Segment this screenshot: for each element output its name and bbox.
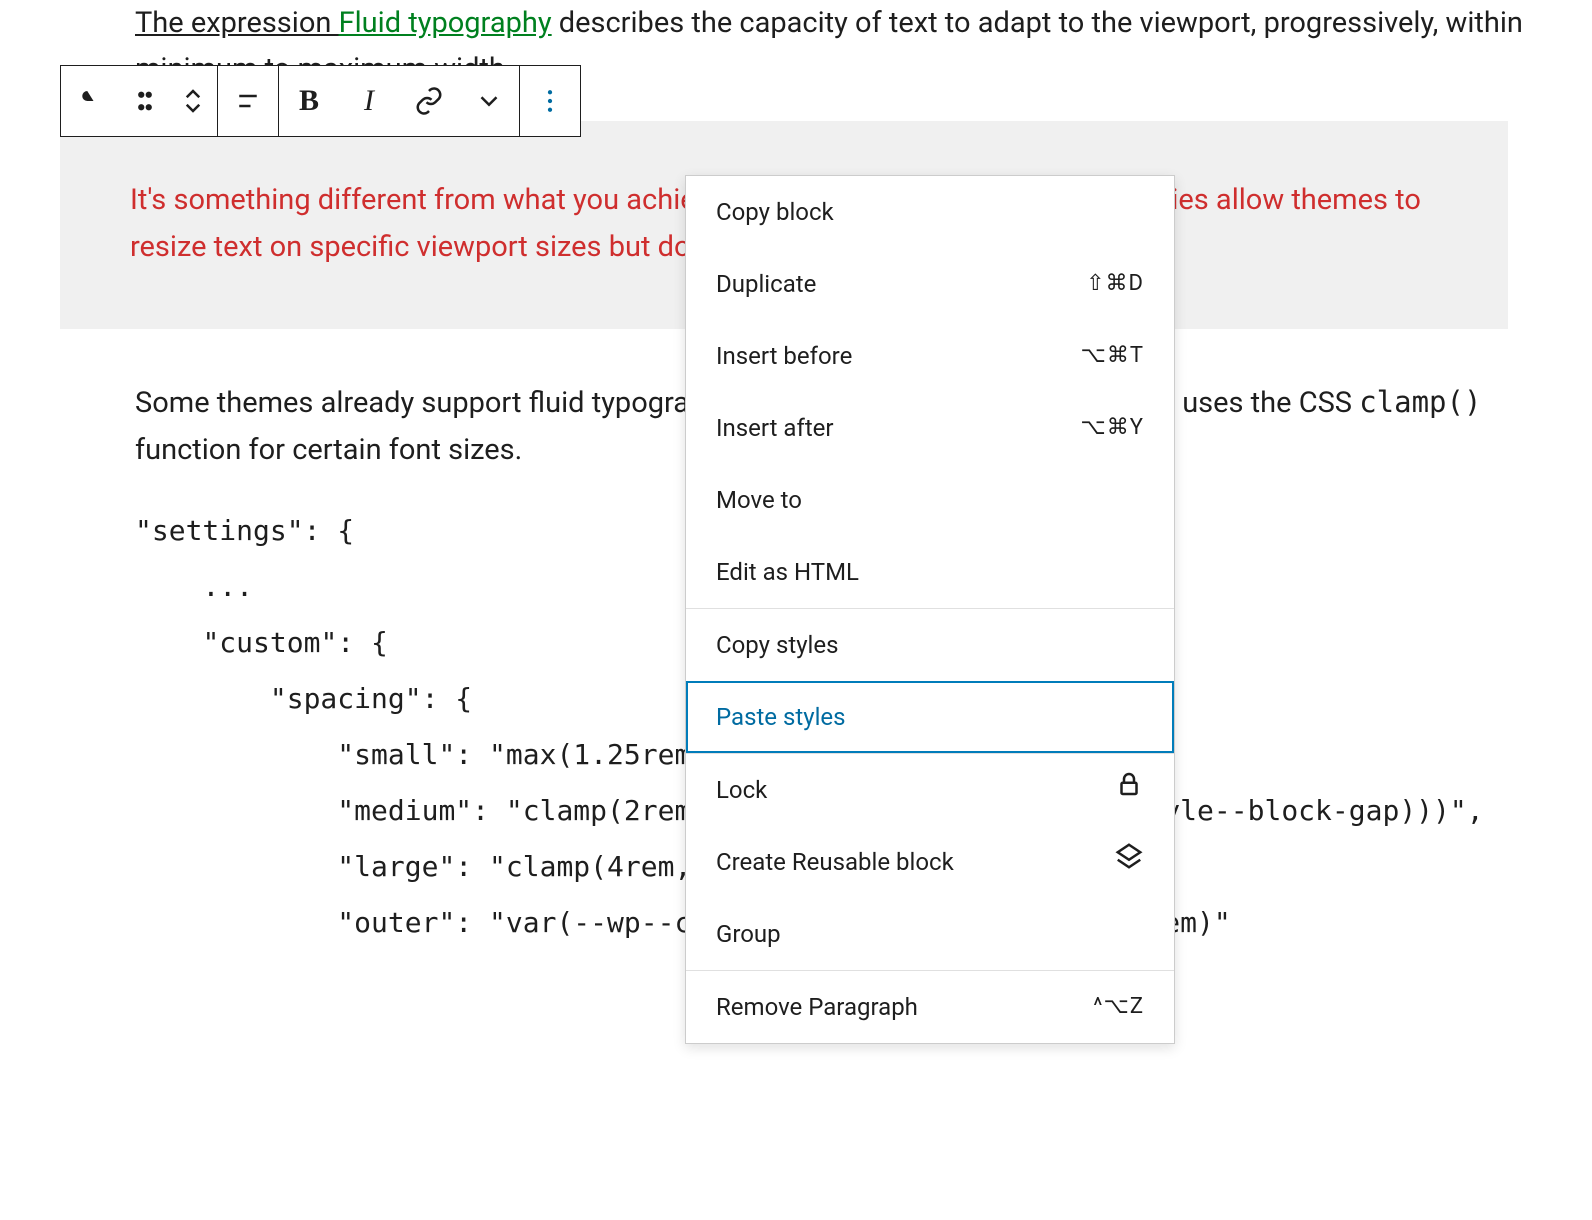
block-options-menu: Copy block Duplicate ⇧⌘D Insert before ⌥… xyxy=(685,175,1175,1044)
menu-shortcut: ⌥⌘T xyxy=(1081,338,1144,373)
options-button[interactable] xyxy=(520,66,580,136)
menu-move-to[interactable]: Move to xyxy=(686,464,1174,536)
menu-copy-styles[interactable]: Copy styles xyxy=(686,609,1174,681)
menu-section-remove: Remove Paragraph ^⌥Z xyxy=(686,971,1174,1043)
more-rich-text-icon[interactable] xyxy=(459,66,519,136)
menu-label: Create Reusable block xyxy=(716,843,954,881)
menu-label: Lock xyxy=(716,771,767,809)
menu-shortcut: ⌥⌘Y xyxy=(1080,410,1144,445)
menu-lock[interactable]: Lock xyxy=(686,754,1174,826)
clamp-code: clamp() xyxy=(1359,385,1481,419)
menu-label: Edit as HTML xyxy=(716,553,859,591)
menu-label: Duplicate xyxy=(716,265,816,303)
para2-prefix: Some themes already support fluid typogr… xyxy=(135,386,748,420)
menu-label: Paste styles xyxy=(716,698,846,736)
menu-create-reusable[interactable]: Create Reusable block xyxy=(686,826,1174,898)
menu-group[interactable]: Group xyxy=(686,898,1174,970)
menu-label: Move to xyxy=(716,481,802,519)
paragraph-block-icon[interactable] xyxy=(61,66,121,136)
italic-button[interactable]: I xyxy=(339,66,399,136)
drag-handle-icon[interactable] xyxy=(121,66,169,136)
menu-insert-before[interactable]: Insert before ⌥⌘T xyxy=(686,320,1174,392)
menu-remove-paragraph[interactable]: Remove Paragraph ^⌥Z xyxy=(686,971,1174,1043)
block-toolbar: B I xyxy=(60,65,581,137)
menu-label: Insert before xyxy=(716,337,852,375)
lock-icon xyxy=(1114,769,1144,810)
bold-button[interactable]: B xyxy=(279,66,339,136)
menu-section-block: Copy block Duplicate ⇧⌘D Insert before ⌥… xyxy=(686,176,1174,608)
menu-insert-after[interactable]: Insert after ⌥⌘Y xyxy=(686,392,1174,464)
menu-label: Copy styles xyxy=(716,626,839,664)
menu-paste-styles[interactable]: Paste styles xyxy=(686,681,1174,753)
para2-tail: function for certain font sizes. xyxy=(135,433,522,467)
menu-label: Copy block xyxy=(716,193,834,231)
menu-duplicate[interactable]: Duplicate ⇧⌘D xyxy=(686,248,1174,320)
move-up-down-icon[interactable] xyxy=(169,66,217,136)
link-icon[interactable] xyxy=(399,66,459,136)
menu-shortcut: ⇧⌘D xyxy=(1086,266,1144,301)
reusable-icon xyxy=(1114,841,1144,882)
menu-label: Group xyxy=(716,915,781,953)
fluid-typography-link[interactable]: Fluid typography xyxy=(339,6,552,40)
menu-shortcut: ^⌥Z xyxy=(1093,989,1144,1024)
menu-label: Insert after xyxy=(716,409,834,447)
align-icon[interactable] xyxy=(218,66,278,136)
menu-edit-html[interactable]: Edit as HTML xyxy=(686,536,1174,608)
menu-section-styles: Copy styles Paste styles xyxy=(686,609,1174,753)
menu-copy-block[interactable]: Copy block xyxy=(686,176,1174,248)
menu-section-lock: Lock Create Reusable block Group xyxy=(686,754,1174,970)
para1-prefix: The expression xyxy=(135,6,339,40)
menu-label: Remove Paragraph xyxy=(716,988,918,1026)
